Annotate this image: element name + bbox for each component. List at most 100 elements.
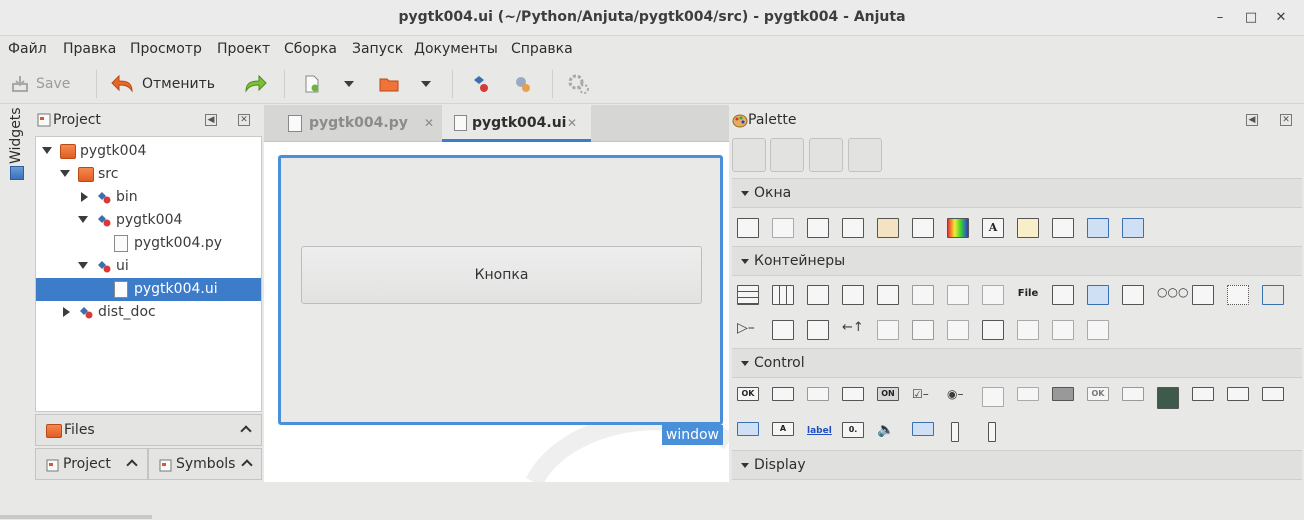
layout-icon[interactable]: [807, 320, 829, 340]
color-chooser-dialog-icon[interactable]: [947, 218, 969, 238]
volume-speaker-icon[interactable]: 🔈: [877, 422, 899, 442]
chevron-down-icon[interactable]: [42, 147, 52, 154]
expander-arrow-icon[interactable]: ▷–: [737, 320, 759, 340]
menu-view[interactable]: Просмотр: [130, 41, 202, 57]
overlay-icon[interactable]: [982, 320, 1004, 340]
settings-button[interactable]: [566, 72, 592, 96]
alignment-icon[interactable]: ←↑: [842, 320, 864, 340]
tree-item[interactable]: bin: [36, 186, 261, 209]
progress-bar-icon[interactable]: [912, 422, 934, 436]
combo-box-icon[interactable]: [1192, 387, 1214, 401]
file-chooser-button-icon[interactable]: [982, 387, 1004, 407]
tree-item[interactable]: pygtk004.py: [36, 232, 261, 255]
switch-icon[interactable]: ON: [877, 387, 899, 401]
volume-button-icon[interactable]: [1157, 387, 1179, 409]
lock-button-icon[interactable]: [1017, 387, 1039, 401]
menu-build[interactable]: Сборка: [284, 41, 337, 57]
chevron-down-icon[interactable]: [78, 262, 88, 269]
minimize-icon[interactable]: –: [1211, 9, 1229, 27]
revealer-icon[interactable]: [1262, 285, 1284, 305]
scale-button-icon[interactable]: [1122, 387, 1144, 401]
app-chooser-dialog-icon[interactable]: [1122, 218, 1144, 238]
palette-mode-button[interactable]: [770, 138, 804, 172]
panel-close-icon[interactable]: ✕: [238, 114, 250, 126]
maximize-icon[interactable]: □: [1242, 9, 1260, 27]
grid-icon[interactable]: [772, 285, 794, 305]
menu-run[interactable]: Запуск: [352, 41, 403, 57]
tab-pygtk004-ui[interactable]: pygtk004.ui ✕: [442, 105, 591, 142]
symbols-tab-button[interactable]: Symbols: [148, 448, 262, 480]
assistant-icon[interactable]: [1087, 218, 1109, 238]
new-file-menu-button[interactable]: [344, 72, 354, 96]
about-dialog-icon[interactable]: [877, 218, 899, 238]
recent-chooser-dialog-icon[interactable]: [1052, 218, 1074, 238]
scale-vertical-icon[interactable]: [951, 422, 959, 442]
gtk-button[interactable]: Кнопка: [301, 246, 702, 304]
notebook-icon[interactable]: [807, 285, 829, 305]
tree-item[interactable]: dist_doc: [36, 301, 261, 324]
tree-item[interactable]: ui: [36, 255, 261, 278]
stack-sidebar-icon[interactable]: [1087, 320, 1109, 340]
palette-section-windows[interactable]: Окна: [732, 178, 1302, 208]
palette-mode-button[interactable]: [848, 138, 882, 172]
chevron-down-icon[interactable]: [60, 170, 70, 177]
offscreen-window-icon[interactable]: [772, 218, 794, 238]
header-bar-icon[interactable]: [947, 320, 969, 340]
frame-icon[interactable]: [842, 285, 864, 305]
scrolled-window-icon[interactable]: [1192, 285, 1214, 305]
tree-item[interactable]: pygtk004: [36, 209, 261, 232]
redo-button[interactable]: [242, 72, 268, 96]
widgets-tab[interactable]: Widgets: [8, 107, 24, 164]
menu-documents[interactable]: Документы: [414, 41, 498, 57]
menu-edit[interactable]: Правка: [63, 41, 116, 57]
search-entry-icon[interactable]: [807, 387, 829, 401]
tab-pygtk004-py[interactable]: pygtk004.py ✕: [278, 105, 438, 142]
open-file-button[interactable]: [378, 72, 400, 96]
chevron-down-icon[interactable]: [78, 216, 88, 223]
label-widget-icon[interactable]: label: [807, 422, 832, 442]
tree-item[interactable]: pygtk004: [36, 140, 261, 163]
run-button[interactable]: [512, 72, 534, 96]
link-button-icon[interactable]: OK: [1087, 387, 1109, 401]
panel-close-icon[interactable]: ✕: [1280, 114, 1292, 126]
panel-minimize-icon[interactable]: ◀: [205, 114, 217, 126]
chevron-right-icon[interactable]: [63, 307, 70, 317]
flowbox-icon[interactable]: [947, 285, 969, 305]
box-icon[interactable]: [737, 285, 759, 305]
close-tab-icon[interactable]: ✕: [567, 116, 577, 130]
spin-button-icon[interactable]: [842, 387, 864, 401]
palette-mode-button[interactable]: [732, 138, 766, 172]
action-bar-icon[interactable]: [912, 320, 934, 340]
paned-icon[interactable]: [912, 285, 934, 305]
menu-project[interactable]: Проект: [217, 41, 270, 57]
dialog-icon[interactable]: [842, 218, 864, 238]
horizontal-scrollbar[interactable]: [0, 515, 152, 519]
font-button-icon[interactable]: A: [772, 422, 794, 436]
build-button[interactable]: [470, 72, 492, 96]
accel-label-icon[interactable]: 0.: [842, 422, 864, 438]
chevron-right-icon[interactable]: [81, 192, 88, 202]
design-window[interactable]: Кнопка: [278, 155, 723, 425]
close-icon[interactable]: ✕: [1272, 9, 1290, 27]
menu-bar-icon[interactable]: [1087, 285, 1109, 305]
size-group-icon[interactable]: [772, 320, 794, 340]
app-chooser-button-icon[interactable]: [1262, 387, 1284, 401]
palette-section-containers[interactable]: Контейнеры: [732, 246, 1302, 276]
fixed-icon[interactable]: [877, 285, 899, 305]
message-dialog-icon[interactable]: [1017, 218, 1039, 238]
stack-icon[interactable]: [1017, 320, 1039, 340]
entry-widget-icon[interactable]: [772, 387, 794, 401]
open-file-menu-button[interactable]: [421, 72, 431, 96]
window-widget-icon[interactable]: [737, 218, 759, 238]
undo-button[interactable]: Отменить: [110, 72, 215, 96]
tree-item-selected[interactable]: pygtk004.ui: [36, 278, 261, 301]
files-panel-button[interactable]: Files: [35, 414, 262, 446]
save-button[interactable]: Save: [10, 72, 70, 96]
button-box-icon[interactable]: [1052, 285, 1074, 305]
ui-designer-canvas[interactable]: Кнопка window: [264, 142, 729, 482]
check-button-icon[interactable]: ☑–: [912, 387, 934, 407]
combo-box-text-icon[interactable]: [1227, 387, 1249, 401]
radio-button-icon[interactable]: ◉–: [947, 387, 969, 407]
palette-section-display[interactable]: Display: [732, 450, 1302, 480]
viewport-icon[interactable]: [1227, 285, 1249, 305]
